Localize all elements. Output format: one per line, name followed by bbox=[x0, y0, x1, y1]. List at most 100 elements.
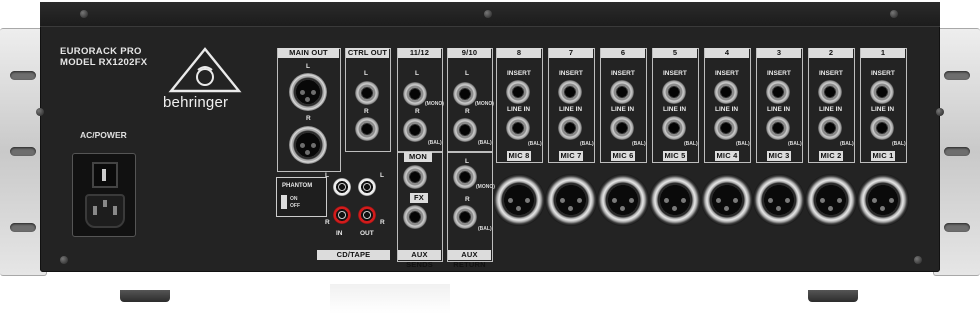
stereo-11-12-left-jack[interactable] bbox=[403, 82, 427, 106]
aux-return-footer: AUX RETURN bbox=[448, 250, 491, 269]
jack-label: L bbox=[415, 70, 419, 77]
screw-icon bbox=[80, 10, 88, 18]
line-in-jack[interactable] bbox=[506, 116, 530, 140]
bal-label: (BAL) bbox=[684, 141, 698, 147]
cd-tape-out-left-rca[interactable] bbox=[358, 178, 376, 196]
channel-number: 6 bbox=[601, 48, 645, 58]
mic-label: MIC 2 bbox=[819, 151, 843, 161]
screw-icon bbox=[914, 256, 922, 264]
insert-jack[interactable] bbox=[558, 80, 582, 104]
channel-number: 8 bbox=[497, 48, 541, 58]
behringer-logo-icon bbox=[168, 47, 242, 93]
insert-jack[interactable] bbox=[818, 80, 842, 104]
title-line: MODEL RX1202FX bbox=[60, 57, 148, 68]
bal-label: (BAL) bbox=[428, 140, 442, 146]
power-switch[interactable] bbox=[92, 162, 118, 188]
rack-ear-right bbox=[933, 28, 980, 276]
stereo-11-12-right-jack[interactable] bbox=[403, 118, 427, 142]
phantom-off-label: OFF bbox=[290, 203, 300, 209]
line-in-label: LINE IN bbox=[715, 106, 739, 113]
cd-tape-in-left-rca[interactable] bbox=[333, 178, 351, 196]
aux-fx-jack[interactable] bbox=[403, 205, 427, 229]
line-in-label: LINE IN bbox=[819, 106, 843, 113]
main-out-left-xlr[interactable] bbox=[289, 73, 327, 111]
phantom-label: PHANTOM bbox=[282, 183, 313, 189]
jack-label: L bbox=[306, 63, 310, 70]
iec-socket-icon bbox=[85, 194, 125, 228]
aux-return-left-jack[interactable] bbox=[453, 165, 477, 189]
title-line: EURORACK PRO bbox=[60, 46, 142, 57]
line-in-jack[interactable] bbox=[766, 116, 790, 140]
mic-xlr-input[interactable] bbox=[857, 174, 909, 226]
cd-tape-in-right-rca[interactable] bbox=[333, 206, 351, 224]
jack-label: L bbox=[325, 172, 329, 179]
bal-label: (BAL) bbox=[528, 141, 542, 147]
aux-return-right-jack[interactable] bbox=[453, 205, 477, 229]
jack-label: R bbox=[364, 108, 369, 115]
bal-label: (BAL) bbox=[478, 140, 492, 146]
insert-jack[interactable] bbox=[714, 80, 738, 104]
mic-xlr-input[interactable] bbox=[493, 174, 545, 226]
phantom-switch[interactable] bbox=[281, 195, 287, 209]
mic-xlr-input[interactable] bbox=[753, 174, 805, 226]
ctrl-out-left-jack[interactable] bbox=[355, 81, 379, 105]
insert-label: INSERT bbox=[559, 70, 583, 77]
rack-slot bbox=[10, 147, 36, 156]
line-in-jack[interactable] bbox=[662, 116, 686, 140]
jack-label: L bbox=[465, 70, 469, 77]
mic-label: MIC 5 bbox=[663, 151, 687, 161]
rack-slot bbox=[10, 71, 36, 80]
jack-label: L bbox=[465, 158, 469, 165]
insert-jack[interactable] bbox=[610, 80, 634, 104]
line-in-label: LINE IN bbox=[611, 106, 635, 113]
jack-label: R bbox=[306, 115, 311, 122]
rack-slot bbox=[944, 223, 970, 232]
insert-jack[interactable] bbox=[870, 80, 894, 104]
channel-number: 4 bbox=[705, 48, 749, 58]
mic-xlr-input[interactable] bbox=[701, 174, 753, 226]
insert-jack[interactable] bbox=[766, 80, 790, 104]
bal-label: (BAL) bbox=[788, 141, 802, 147]
jack-label: R bbox=[465, 196, 470, 203]
model-title: EURORACK PRO MODEL RX1202FX bbox=[60, 46, 147, 68]
insert-jack[interactable] bbox=[662, 80, 686, 104]
mic-xlr-input[interactable] bbox=[597, 174, 649, 226]
bal-label: (BAL) bbox=[840, 141, 854, 147]
line-in-label: LINE IN bbox=[871, 106, 895, 113]
aux-sends-footer: AUX SENDS bbox=[398, 250, 441, 269]
stereo-11-12-header: 11/12 bbox=[398, 48, 441, 58]
line-in-jack[interactable] bbox=[610, 116, 634, 140]
mono-label: (MONO) bbox=[425, 101, 444, 107]
screw-icon bbox=[36, 108, 44, 116]
cd-tape-out-label: OUT bbox=[360, 230, 374, 237]
stereo-9-10-left-jack[interactable] bbox=[453, 82, 477, 106]
ctrl-out-header: CTRL OUT bbox=[346, 48, 389, 58]
channel-number: 3 bbox=[757, 48, 801, 58]
cd-tape-out-right-rca[interactable] bbox=[358, 206, 376, 224]
brand-logo: behringer bbox=[163, 94, 229, 111]
ctrl-out-right-jack[interactable] bbox=[355, 117, 379, 141]
stereo-9-10-right-jack[interactable] bbox=[453, 118, 477, 142]
line-in-jack[interactable] bbox=[818, 116, 842, 140]
mic-xlr-input[interactable] bbox=[545, 174, 597, 226]
main-out-header: MAIN OUT bbox=[278, 48, 339, 58]
mic-xlr-input[interactable] bbox=[649, 174, 701, 226]
line-in-jack[interactable] bbox=[714, 116, 738, 140]
bal-label: (BAL) bbox=[632, 141, 646, 147]
line-in-label: LINE IN bbox=[559, 106, 583, 113]
power-inlet[interactable] bbox=[72, 153, 136, 237]
bal-label: (BAL) bbox=[478, 226, 492, 232]
cd-tape-in-label: IN bbox=[336, 230, 343, 237]
line-in-jack[interactable] bbox=[558, 116, 582, 140]
insert-label: INSERT bbox=[611, 70, 635, 77]
line-in-jack[interactable] bbox=[870, 116, 894, 140]
bal-label: (BAL) bbox=[892, 141, 906, 147]
insert-jack[interactable] bbox=[506, 80, 530, 104]
jack-label: R bbox=[465, 108, 470, 115]
mic-xlr-input[interactable] bbox=[805, 174, 857, 226]
bal-label: (BAL) bbox=[580, 141, 594, 147]
screw-icon bbox=[890, 10, 898, 18]
main-out-right-xlr[interactable] bbox=[289, 126, 327, 164]
mic-label: MIC 6 bbox=[611, 151, 635, 161]
aux-mon-jack[interactable] bbox=[403, 165, 427, 189]
